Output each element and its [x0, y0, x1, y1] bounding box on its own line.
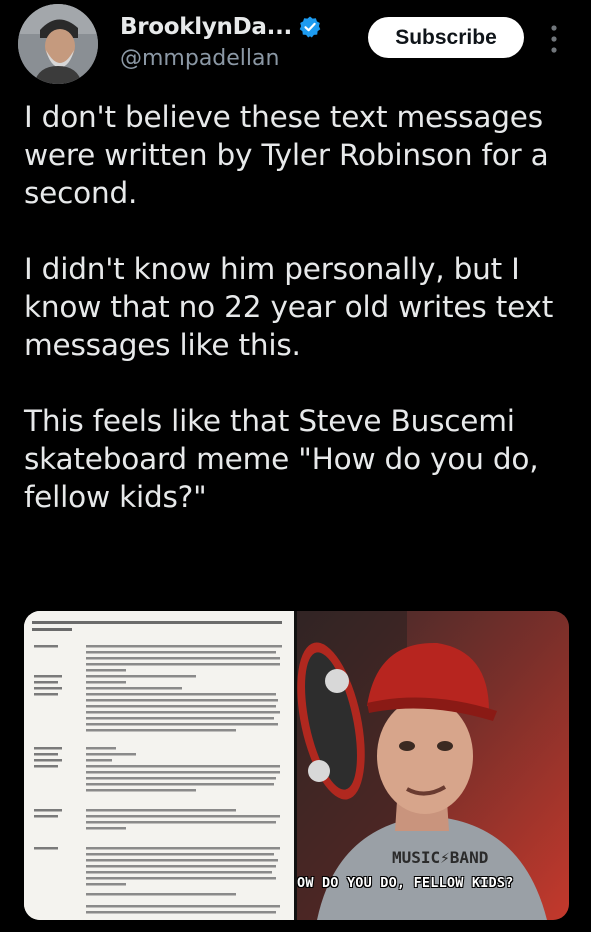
tweet-paragraph: I don't believe these text messages were… [24, 100, 549, 210]
text-messages-document-image[interactable] [24, 611, 294, 920]
avatar[interactable] [18, 4, 98, 84]
display-name[interactable]: BrooklynDa... [120, 14, 292, 40]
tweet-header: BrooklynDa... @mmpadellan Subscribe [0, 0, 591, 90]
tweet-paragraph: I didn't know him personally, but I know… [24, 252, 554, 362]
tweet-media[interactable]: MUSIC⚡BAND OW DO YOU DO, FELLOW KIDS? [24, 611, 569, 920]
document-lines [24, 611, 294, 920]
meme-caption: OW DO YOU DO, FELLOW KIDS? [297, 875, 514, 891]
handle[interactable]: @mmpadellan [120, 46, 279, 71]
subscribe-button[interactable]: Subscribe [368, 17, 524, 58]
more-options-icon[interactable] [546, 22, 562, 56]
meme-illustration: MUSIC⚡BAND [297, 611, 569, 920]
avatar-image [18, 4, 98, 84]
tweet-text: I don't believe these text messages were… [24, 98, 574, 554]
steve-buscemi-meme-image[interactable]: MUSIC⚡BAND OW DO YOU DO, FELLOW KIDS? [297, 611, 569, 920]
display-name-row: BrooklynDa... [120, 12, 322, 42]
tweet-paragraph: This feels like that Steve Buscemi skate… [24, 404, 539, 514]
shirt-text: MUSIC⚡BAND [392, 848, 488, 867]
verified-badge-icon [299, 16, 321, 38]
